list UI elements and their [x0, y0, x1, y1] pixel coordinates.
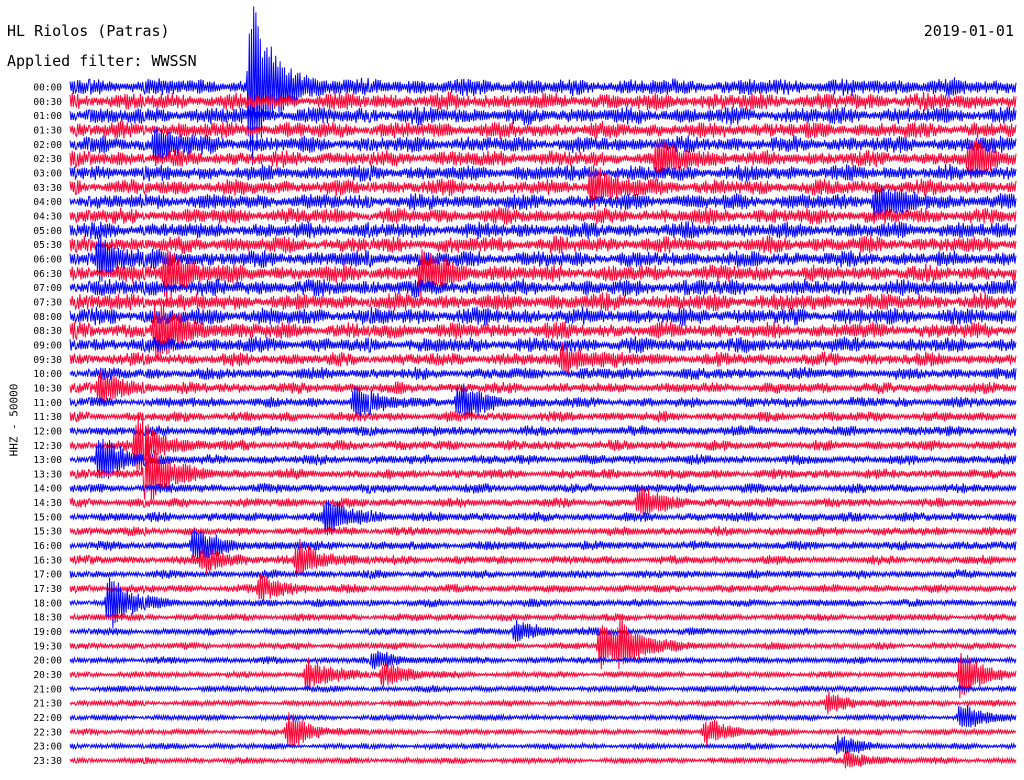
time-tick-label: 14:30 — [33, 498, 62, 509]
seismogram-plot: 00:00 00:30 01:00 01:30 02:00 02:30 03:00 03:30… — [33, 6, 1017, 769]
time-tick-label: 22:30 — [33, 727, 62, 738]
trace-row-47 — [69, 751, 1017, 769]
trace-row-23 — [69, 410, 1017, 423]
time-tick-label: 08:30 — [33, 326, 62, 337]
time-tick-label: 03:00 — [33, 168, 62, 179]
time-tick-label: 17:30 — [33, 584, 62, 595]
trace-row-43 — [69, 691, 1017, 715]
time-tick-label: 03:30 — [33, 183, 62, 194]
time-tick-label: 16:00 — [33, 541, 62, 552]
time-tick-label: 22:00 — [33, 713, 62, 724]
trace-row-34 — [69, 569, 1017, 581]
time-tick-label: 21:00 — [33, 684, 62, 695]
time-tick-label: 15:00 — [33, 512, 62, 523]
time-tick-label: 01:00 — [33, 111, 62, 122]
time-tick-label: 04:00 — [33, 197, 62, 208]
time-tick-label: 17:00 — [33, 570, 62, 581]
trace-row-15 — [69, 292, 1017, 312]
trace-row-6 — [69, 163, 1017, 182]
trace-row-24 — [69, 425, 1017, 437]
trace-row-20 — [69, 366, 1017, 381]
time-tick-label: 19:00 — [33, 627, 62, 638]
time-tick-label: 02:30 — [33, 154, 62, 165]
trace-row-36 — [69, 577, 1017, 629]
trace-row-44 — [69, 704, 1017, 728]
trace-row-31 — [69, 525, 1017, 537]
time-tick-label: 12:30 — [33, 441, 62, 452]
time-tick-label: 18:00 — [33, 598, 62, 609]
trace-row-28 — [69, 482, 1017, 495]
time-tick-label: 11:30 — [33, 412, 62, 423]
trace-row-37 — [69, 612, 1017, 622]
time-tick-label: 11:00 — [33, 398, 62, 409]
time-tick-label: 06:30 — [33, 269, 62, 280]
time-tick-label: 05:00 — [33, 226, 62, 237]
trace-row-18 — [69, 336, 1017, 354]
time-tick-label: 21:30 — [33, 699, 62, 710]
time-tick-label: 00:00 — [33, 83, 62, 94]
trace-row-14 — [69, 278, 1017, 298]
trace-row-11 — [69, 235, 1017, 254]
time-tick-label: 01:30 — [33, 125, 62, 136]
trace-row-40 — [69, 650, 1017, 670]
time-tick-label: 07:00 — [33, 283, 62, 294]
time-tick-label: 10:00 — [33, 369, 62, 380]
time-tick-label: 06:00 — [33, 254, 62, 265]
trace-row-17 — [69, 299, 1017, 362]
time-tick-label: 12:00 — [33, 426, 62, 437]
time-tick-label: 05:30 — [33, 240, 62, 251]
trace-row-16 — [69, 306, 1017, 326]
time-tick-label: 10:30 — [33, 383, 62, 394]
time-tick-label: 16:30 — [33, 555, 62, 566]
time-tick-label: 15:30 — [33, 527, 62, 538]
time-tick-label: 09:30 — [33, 355, 62, 366]
time-tick-label: 14:00 — [33, 484, 62, 495]
time-tick-label: 00:30 — [33, 97, 62, 108]
time-tick-label: 19:30 — [33, 641, 62, 652]
time-tick-label: 04:30 — [33, 211, 62, 222]
time-tick-label: 07:30 — [33, 297, 62, 308]
time-tick-label: 23:30 — [33, 756, 62, 767]
time-tick-label: 20:00 — [33, 656, 62, 667]
time-tick-label: 09:00 — [33, 340, 62, 351]
time-tick-label: 13:30 — [33, 469, 62, 480]
time-tick-label: 02:00 — [33, 140, 62, 151]
trace-row-2 — [69, 106, 1017, 126]
trace-row-1 — [69, 91, 1017, 111]
trace-row-25 — [69, 416, 1017, 473]
time-tick-label: 08:00 — [33, 312, 62, 323]
time-tick-label: 23:00 — [33, 742, 62, 753]
trace-row-3 — [69, 120, 1017, 139]
time-tick-label: 18:30 — [33, 613, 62, 624]
time-tick-label: 13:00 — [33, 455, 62, 466]
trace-row-46 — [69, 735, 1017, 755]
trace-row-38 — [69, 619, 1017, 642]
trace-row-42 — [69, 684, 1017, 694]
time-tick-label: 20:30 — [33, 670, 62, 681]
trace-row-35 — [69, 573, 1017, 602]
